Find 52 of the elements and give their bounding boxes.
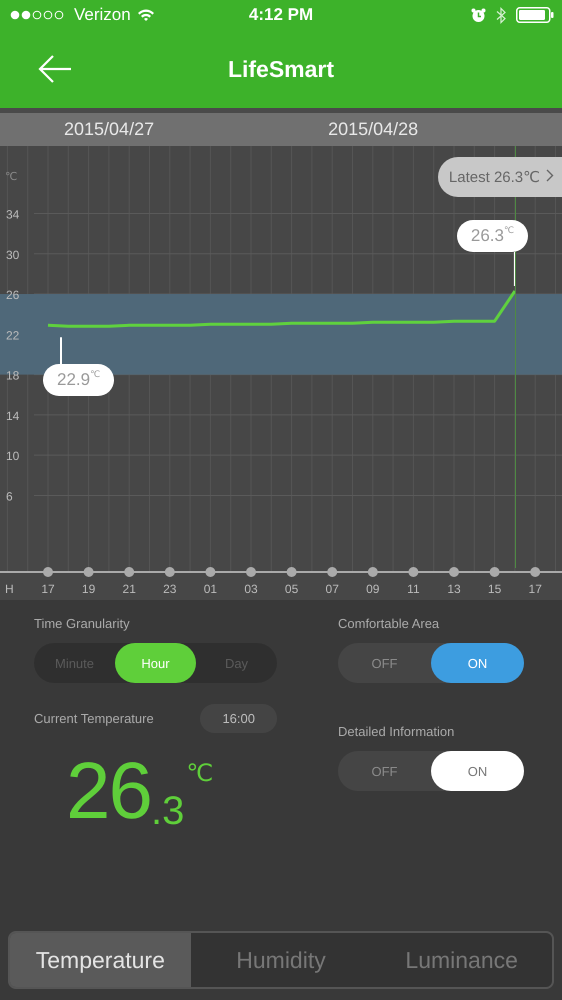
temperature-unit: ℃ [186,759,214,788]
y-tick-label: 6 [6,489,13,504]
latest-button[interactable]: Latest 26.3℃ [438,157,562,197]
x-tick-label: 13 [447,582,461,596]
carrier-name: Verizon [74,5,131,25]
toggle-switch[interactable]: OFF ON [338,643,524,683]
date-label: 2015/04/27 [64,119,154,140]
y-tick-label: 34 [6,207,20,222]
setting-label: Current Temperature [34,711,154,726]
temperature-decimal: .3 [150,791,184,831]
y-tick-label: 30 [6,248,20,262]
leader-line [514,252,516,286]
wifi-icon [136,8,155,22]
setting-label: Detailed Information [338,724,456,739]
y-tick-label: 14 [6,408,20,423]
x-axis-label: H [5,582,14,596]
x-tick-label: 09 [366,582,380,596]
sensor-tab[interactable]: Temperature [10,933,191,987]
setting-label: Time Granularity [34,616,131,631]
value-callout: 22.9$^{℃}$ [43,364,114,396]
battery-icon [516,7,554,23]
y-axis-label: ℃ [5,171,18,183]
bluetooth-icon [496,6,506,24]
back-button[interactable] [38,54,72,84]
toggle-switch[interactable]: OFF ON [338,751,524,791]
x-tick-label: 17 [528,582,542,596]
sensor-tab[interactable]: Humidity [190,933,372,987]
x-tick-label: 15 [488,582,502,596]
x-tick-label: 21 [122,582,136,596]
x-tick-label: 19 [82,582,96,596]
y-tick-label: 26 [6,288,20,302]
date-label: 2015/04/28 [328,119,418,140]
x-tick-label: 03 [244,582,258,596]
status-time: 4:12 PM [248,5,314,25]
x-tick-label: 23 [163,582,176,596]
x-tick-label: 11 [407,582,420,596]
x-tick-label: 07 [326,582,339,596]
x-tick-label: 17 [41,582,55,596]
leader-line [60,337,62,364]
y-tick-label: 18 [6,368,20,383]
app-title: LifeSmart [228,56,334,82]
x-tick-label: 01 [204,582,218,596]
time-badge: 16:00 [200,704,277,733]
x-tick-label: 05 [284,582,298,596]
value-callout: 26.3$^{℃}$ [456,220,528,252]
granularity-option[interactable]: Hour [115,643,196,683]
y-tick-label: 22 [6,328,20,342]
alarm-icon [471,8,486,22]
y-tick-label: 10 [6,449,20,464]
temperature-value: 26 [66,751,151,831]
sensor-tab[interactable]: Luminance [371,933,552,987]
setting-label: Comfortable Area [338,616,440,631]
